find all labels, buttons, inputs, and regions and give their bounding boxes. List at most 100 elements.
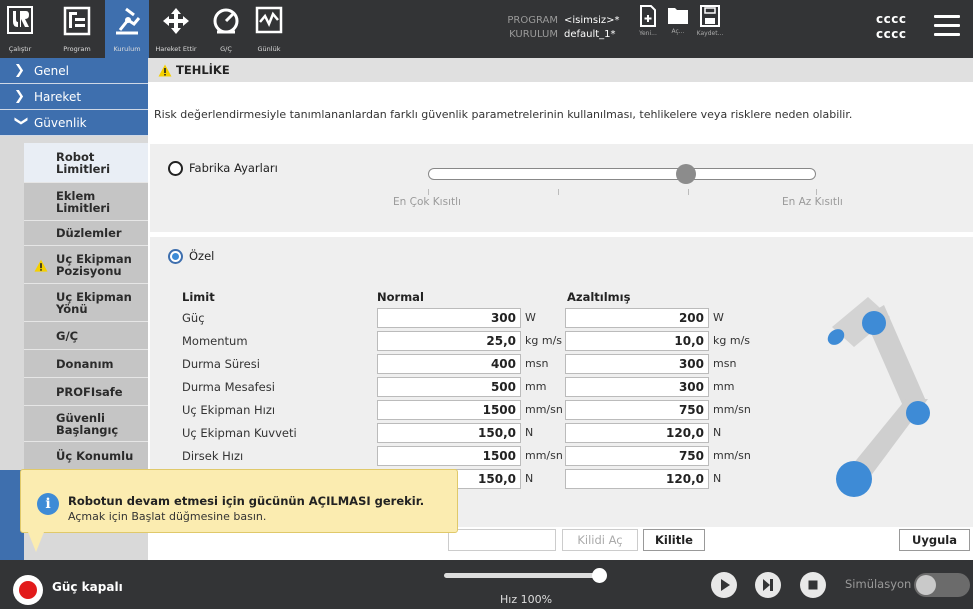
- tab-move[interactable]: Hareket Ettir: [150, 0, 202, 58]
- reduced-value-input[interactable]: 200: [565, 308, 709, 328]
- slider-tick: [428, 189, 429, 195]
- speed-slider-track[interactable]: [444, 573, 601, 578]
- normal-value-input[interactable]: 400: [377, 354, 521, 374]
- sidebar-item-tool-direction[interactable]: Uç Ekipman Yönü: [24, 284, 148, 322]
- simulation-toggle[interactable]: [914, 573, 970, 597]
- normal-unit-label: mm: [525, 380, 547, 393]
- warning-icon: [158, 64, 172, 76]
- sidebar-item-io[interactable]: G/Ç: [24, 322, 148, 350]
- normal-value-input[interactable]: 500: [377, 377, 521, 397]
- normal-value-input[interactable]: 1500: [377, 400, 521, 420]
- reduced-value-input[interactable]: 300: [565, 377, 709, 397]
- speed-slider-handle[interactable]: [592, 568, 607, 583]
- normal-value-input[interactable]: 25,0: [377, 331, 521, 351]
- tab-program-label: Program: [63, 45, 91, 53]
- save-button[interactable]: Kaydet...: [690, 5, 730, 55]
- unlock-button[interactable]: Kilidi Aç: [562, 529, 638, 551]
- log-icon: [255, 6, 283, 34]
- app-root: Çalıştır Program Kurulum Hareket Ettir G…: [0, 0, 973, 609]
- power-status-label[interactable]: Güç kapalı: [52, 580, 123, 594]
- reduced-value-input[interactable]: 120,0: [565, 469, 709, 489]
- reduced-value-input[interactable]: 300: [565, 354, 709, 374]
- tab-log-label: Günlük: [257, 45, 281, 53]
- column-header-normal: Normal: [377, 290, 424, 304]
- factory-preset-radio[interactable]: [168, 161, 183, 176]
- normal-value-input[interactable]: 1500: [377, 446, 521, 466]
- sidebar-category-safety[interactable]: ❯ Güvenlik: [0, 110, 148, 136]
- step-button[interactable]: [755, 572, 781, 598]
- tooltip-subtitle: Açmak için Başlat düğmesine basın.: [68, 510, 267, 523]
- sidebar-item-label: Uç Ekipman Yönü: [56, 289, 132, 316]
- chevron-right-icon: ❯: [14, 63, 25, 78]
- move-icon: [163, 8, 189, 34]
- sidebar-category-general[interactable]: ❯ Genel: [0, 58, 148, 84]
- program-keys: PROGRAM KURULUM: [448, 14, 558, 42]
- sidebar-item-label: Donanım: [56, 356, 114, 371]
- tooltip-title: Robotun devam etmesi için gücünün AÇILMA…: [68, 494, 425, 508]
- chevron-right-icon: ❯: [14, 89, 25, 104]
- reduced-value-input[interactable]: 750: [565, 400, 709, 420]
- reduced-unit-label: W: [713, 311, 724, 324]
- program-key: PROGRAM: [507, 15, 558, 26]
- tab-run[interactable]: Çalıştır: [0, 0, 40, 58]
- slider-max-label: En Az Kısıtlı: [782, 196, 843, 208]
- hazard-header: TEHLİKE: [148, 58, 973, 82]
- normal-unit-label: N: [525, 426, 534, 439]
- password-input[interactable]: [448, 529, 556, 551]
- save-icon: [700, 5, 720, 27]
- restriction-slider-track[interactable]: [428, 168, 816, 180]
- tab-move-label: Hareket Ettir: [155, 45, 197, 53]
- limit-row-label: Uç Ekipman Kuvveti: [182, 426, 297, 440]
- reduced-unit-label: mm/sn: [713, 403, 751, 416]
- column-header-limit: Limit: [182, 290, 215, 304]
- sidebar-item-label: G/Ç: [56, 328, 79, 343]
- installation-icon: [116, 7, 141, 35]
- sidebar-item-profisafe[interactable]: PROFIsafe: [24, 378, 148, 406]
- robot-arm-illustration: [827, 297, 930, 497]
- stop-button[interactable]: [800, 572, 826, 598]
- user-line-1: cccc: [876, 12, 907, 26]
- reduced-value-input[interactable]: 10,0: [565, 331, 709, 351]
- power-button[interactable]: [13, 575, 43, 605]
- normal-value-input[interactable]: 150,0: [377, 423, 521, 443]
- lock-button[interactable]: Kilitle: [643, 529, 705, 551]
- slider-tick: [688, 189, 689, 195]
- top-bar: Çalıştır Program Kurulum Hareket Ettir G…: [0, 0, 973, 58]
- reduced-value-input[interactable]: 750: [565, 446, 709, 466]
- slider-tick: [558, 189, 559, 195]
- play-button[interactable]: [711, 572, 737, 598]
- normal-unit-label: W: [525, 311, 536, 324]
- tab-io-label: G/Ç: [220, 45, 232, 53]
- tab-program[interactable]: Program: [52, 0, 102, 58]
- tab-io[interactable]: G/Ç: [207, 0, 245, 58]
- custom-radio[interactable]: [168, 249, 183, 264]
- sidebar-item-tool-position[interactable]: Uç Ekipman Pozisyonu: [24, 246, 148, 284]
- tab-installation[interactable]: Kurulum: [105, 0, 149, 58]
- user-info: cccc cccc: [876, 12, 906, 42]
- sidebar-item-joint-limits[interactable]: Eklem Limitleri: [24, 183, 148, 221]
- factory-preset-panel: Fabrika Ayarları En Çok Kısıtlı En Az Kı…: [150, 144, 973, 232]
- sidebar-item-hardware[interactable]: Donanım: [24, 350, 148, 378]
- sidebar-category-move[interactable]: ❯ Hareket: [0, 84, 148, 110]
- reduced-value-input[interactable]: 120,0: [565, 423, 709, 443]
- sidebar-item-robot-limits[interactable]: Robot Limitleri: [24, 143, 148, 183]
- normal-unit-label: msn: [525, 357, 549, 370]
- slider-tick: [816, 189, 817, 195]
- reduced-unit-label: mm: [713, 380, 735, 393]
- sidebar-item-label: Eklem Limitleri: [56, 188, 111, 215]
- chevron-down-icon: ❯: [13, 115, 29, 127]
- sidebar-item-label: Üç Konumlu: [56, 448, 134, 463]
- sidebar-item-three-position[interactable]: Üç Konumlu: [24, 442, 148, 470]
- apply-button[interactable]: Uygula: [899, 529, 970, 551]
- normal-unit-label: kg m/s: [525, 334, 563, 347]
- restriction-slider-handle[interactable]: [676, 164, 696, 184]
- program-icon: [63, 6, 91, 36]
- tab-log[interactable]: Günlük: [250, 0, 288, 58]
- hamburger-menu-icon[interactable]: [934, 15, 960, 39]
- limit-row-label: Uç Ekipman Hızı: [182, 403, 276, 417]
- sidebar-item-safe-start[interactable]: Güvenli Başlangıç: [24, 406, 148, 442]
- reduced-unit-label: N: [713, 472, 722, 485]
- sidebar-item-planes[interactable]: Düzlemler: [24, 221, 148, 246]
- normal-value-input[interactable]: 300: [377, 308, 521, 328]
- ur-logo-icon: [7, 6, 33, 34]
